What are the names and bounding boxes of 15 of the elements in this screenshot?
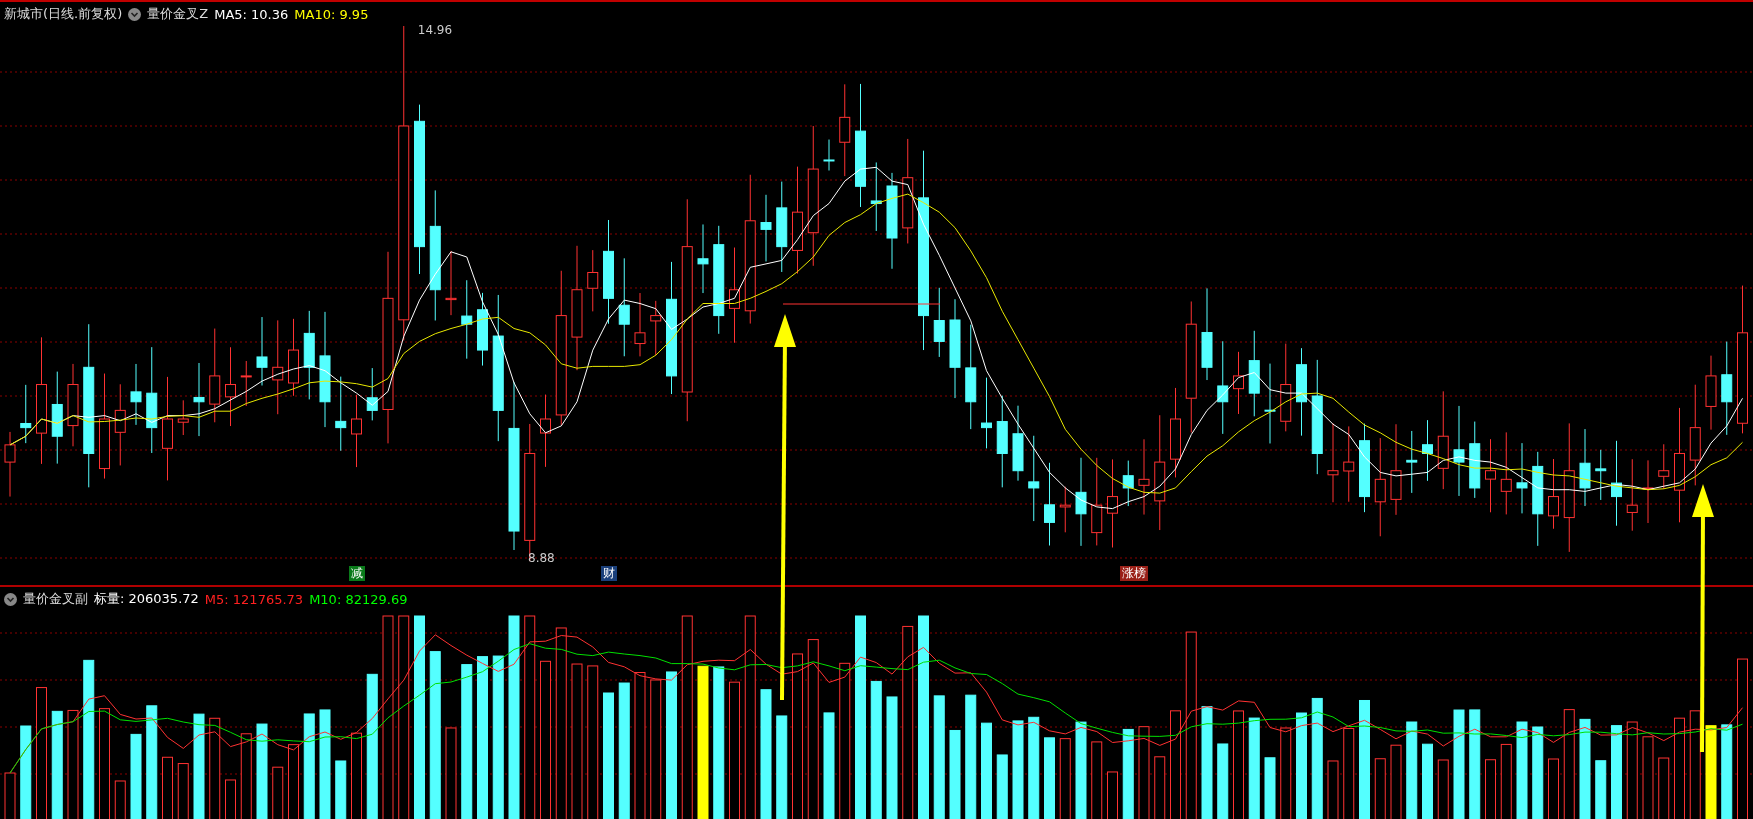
indicator-name: 量价金叉副 [23, 590, 88, 608]
stock-title: 新城市(日线.前复权) [4, 5, 123, 23]
m10-value: M10: 82129.69 [309, 591, 408, 607]
indicator-name: 量价金叉Z [147, 5, 209, 23]
ma5-value: MA5: 10.36 [214, 6, 289, 22]
signal-tag: 涨榜 [1120, 566, 1149, 581]
high-price-label: 14.96 [417, 23, 453, 37]
ma10-value: MA10: 9.95 [294, 6, 369, 22]
volume-value: 标量: 206035.72 [94, 590, 199, 608]
signal-tag: 财 [600, 566, 617, 581]
signal-tag: 减 [348, 566, 365, 581]
dropdown-icon[interactable] [128, 7, 142, 21]
m5-value: M5: 121765.73 [204, 591, 304, 607]
low-price-label: 8.88 [528, 551, 555, 565]
dropdown-icon[interactable] [4, 592, 17, 606]
